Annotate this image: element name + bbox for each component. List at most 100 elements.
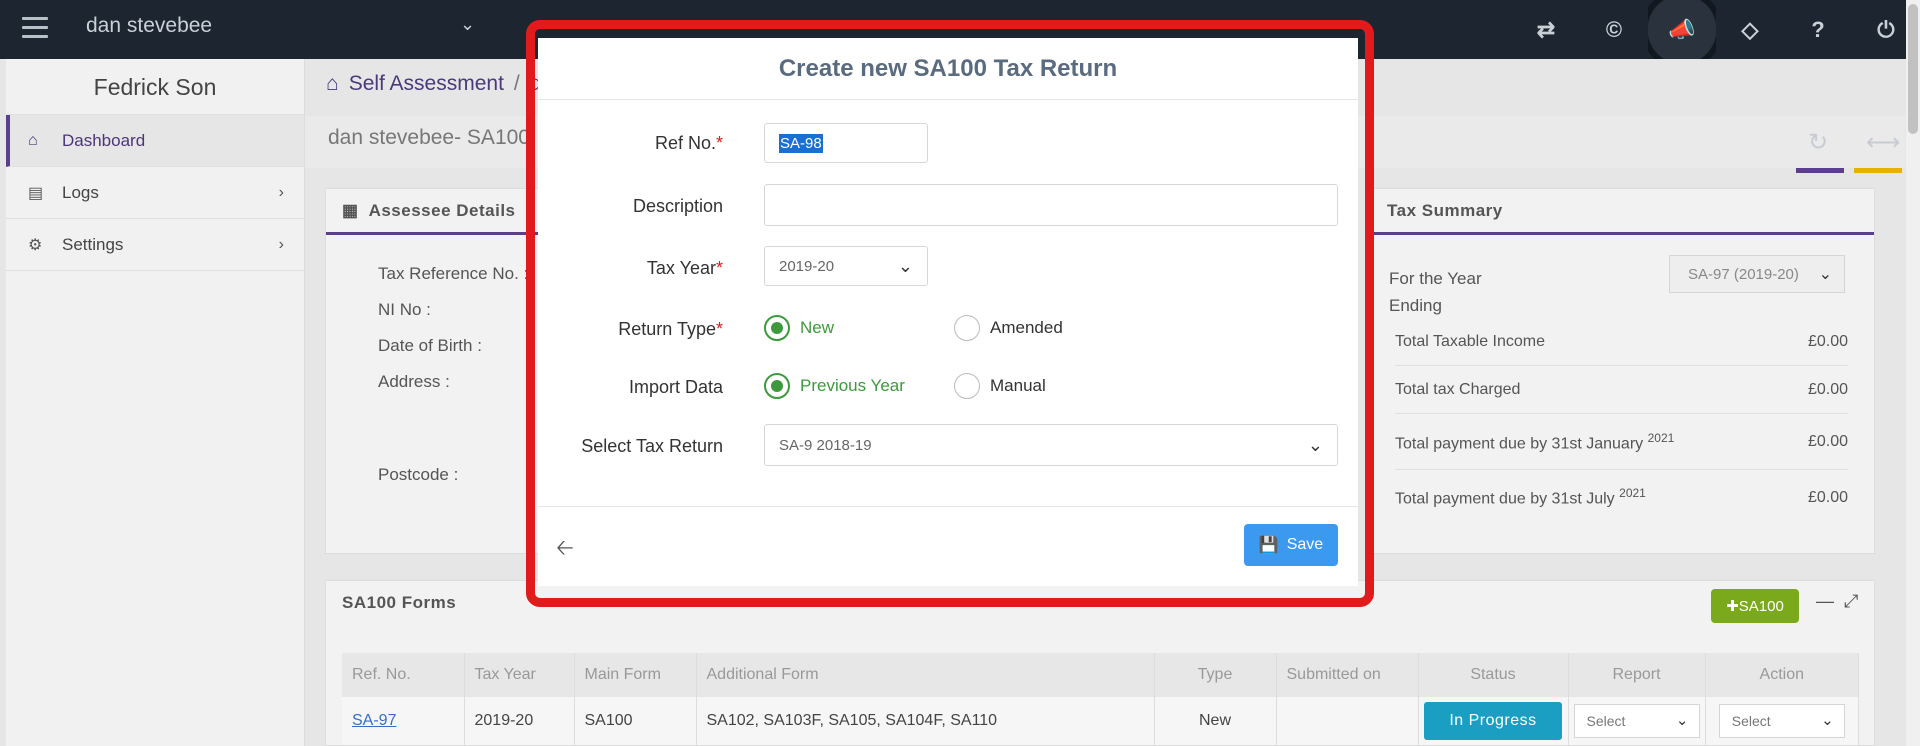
accent-bar-yellow bbox=[1854, 168, 1902, 173]
cell-main: SA100 bbox=[574, 697, 697, 745]
col-status: Status bbox=[1418, 653, 1569, 697]
table-row: SA-97 2019-20 SA100 SA102, SA103F, SA105… bbox=[342, 697, 1859, 745]
radio-empty-icon bbox=[954, 315, 980, 341]
postcode-label: Postcode : bbox=[378, 465, 459, 484]
radio-selected-icon bbox=[764, 315, 790, 341]
panel-title: Assessee Details bbox=[368, 200, 516, 220]
chevron-down-icon: ⌄ bbox=[1675, 712, 1689, 729]
radio-selected-icon bbox=[764, 373, 790, 399]
add-sa100-button[interactable]: ✚ SA100 bbox=[1711, 589, 1799, 623]
col-report: Report bbox=[1568, 653, 1706, 697]
save-button[interactable]: 💾 Save bbox=[1244, 524, 1338, 566]
import-previous-year-radio[interactable]: Previous Year bbox=[764, 373, 905, 399]
radio-empty-icon bbox=[954, 373, 980, 399]
address-label: Address : bbox=[378, 372, 450, 391]
tax-ref-label: Tax Reference No. : bbox=[378, 264, 529, 283]
building-icon: ▦ bbox=[342, 200, 359, 220]
chevron-down-icon[interactable]: ⌄ bbox=[460, 14, 475, 35]
page-scrollbar[interactable] bbox=[1906, 0, 1920, 746]
col-main: Main Form bbox=[574, 653, 697, 697]
summary-value: £0.00 bbox=[1807, 333, 1848, 350]
panel-title: SA100 Forms bbox=[342, 593, 457, 612]
status-badge[interactable]: In Progress bbox=[1424, 702, 1562, 740]
select-tax-return-label: Select Tax Return bbox=[581, 436, 723, 456]
minus-icon[interactable]: — bbox=[1816, 591, 1834, 612]
col-year: Tax Year bbox=[464, 653, 575, 697]
summary-row: Total Taxable Income £0.00 bbox=[1395, 319, 1848, 366]
sidebar-item-dashboard[interactable]: ⌂ Dashboard bbox=[6, 115, 304, 167]
chevron-right-icon: › bbox=[278, 184, 284, 201]
create-tax-return-modal: Create new SA100 Tax Return Ref No.* SA-… bbox=[538, 38, 1358, 586]
sidebar-item-settings[interactable]: ⚙ Settings › bbox=[6, 219, 304, 271]
sidebar-item-logs[interactable]: ▤ Logs › bbox=[6, 167, 304, 219]
ref-link[interactable]: SA-97 bbox=[352, 712, 396, 729]
sidebar: Fedrick Son ⌂ Dashboard ▤ Logs › ⚙ Setti… bbox=[6, 59, 305, 746]
resize-width-icon[interactable]: ⟷ bbox=[1866, 128, 1900, 157]
tax-summary-select[interactable]: SA-97 (2019-20) ⌄ bbox=[1669, 255, 1845, 293]
sa100-table: Ref. No. Tax Year Main Form Additional F… bbox=[342, 653, 1859, 745]
select-tax-return-select[interactable]: SA-9 2018-19 ⌄ bbox=[764, 424, 1338, 466]
tax-year-label: Tax Year* bbox=[646, 258, 723, 278]
cell-submitted bbox=[1276, 697, 1419, 745]
home-icon[interactable]: ⌂ bbox=[326, 72, 339, 96]
summary-value: £0.00 bbox=[1807, 381, 1848, 398]
cell-additional: SA102, SA103F, SA105, SA104F, SA110 bbox=[696, 697, 1155, 745]
col-type: Type bbox=[1154, 653, 1277, 697]
scrollbar-thumb[interactable] bbox=[1908, 4, 1918, 134]
tax-year-value: 2019-20 bbox=[779, 257, 835, 275]
import-manual-radio[interactable]: Manual bbox=[954, 373, 1046, 399]
summary-row: Total tax Charged £0.00 bbox=[1395, 367, 1848, 414]
gear-icon: ⚙ bbox=[28, 236, 43, 254]
floppy-icon: 💾 bbox=[1258, 537, 1279, 554]
breadcrumb-root[interactable]: Self Assessment bbox=[349, 72, 504, 96]
description-label: Description bbox=[632, 196, 723, 216]
summary-row: Total payment due by 31st January 2021 £… bbox=[1395, 415, 1848, 470]
summary-label: Total Taxable Income bbox=[1395, 333, 1546, 350]
breadcrumb-separator: / bbox=[513, 72, 520, 95]
sidebar-item-label: Logs bbox=[62, 182, 99, 202]
copyright-icon[interactable]: © bbox=[1580, 0, 1648, 59]
file-icon: ▤ bbox=[28, 184, 44, 202]
chevron-down-icon: ⌄ bbox=[1821, 712, 1834, 729]
back-arrow-icon[interactable]: 🡠 bbox=[556, 531, 574, 569]
ref-no-label: Ref No.* bbox=[654, 133, 723, 153]
description-input[interactable] bbox=[764, 184, 1338, 226]
chevron-down-icon: ⌄ bbox=[897, 255, 913, 276]
ref-no-input[interactable]: SA-98 bbox=[764, 123, 928, 163]
refresh-icon[interactable]: ↻ bbox=[1808, 128, 1828, 157]
action-select[interactable]: Select ⌄ bbox=[1718, 704, 1845, 738]
panel-title: Tax Summary bbox=[1387, 200, 1503, 220]
help-icon[interactable]: ? bbox=[1784, 0, 1852, 59]
chevron-down-icon: ⌄ bbox=[1818, 266, 1832, 283]
summary-label: Total payment due by 31st January 2021 bbox=[1395, 430, 1675, 453]
year-ending-label: For the Year Ending bbox=[1389, 269, 1482, 315]
megaphone-icon[interactable]: 📣 bbox=[1648, 0, 1716, 59]
col-action: Action bbox=[1705, 653, 1859, 697]
transfer-icon[interactable]: ⇄ bbox=[1512, 0, 1580, 59]
return-type-new-radio[interactable]: New bbox=[764, 315, 834, 341]
summary-value: £0.00 bbox=[1807, 433, 1848, 450]
breadcrumb: ⌂ Self Assessment / d bbox=[326, 72, 541, 96]
dob-label: Date of Birth : bbox=[378, 336, 482, 355]
sidebar-client-name: Fedrick Son bbox=[6, 59, 304, 115]
report-select[interactable]: Select ⌄ bbox=[1573, 704, 1700, 738]
summary-label: Total payment due by 31st July 2021 bbox=[1395, 486, 1646, 508]
tax-summary-select-value: SA-97 (2019-20) bbox=[1688, 265, 1799, 283]
chevron-right-icon: › bbox=[278, 236, 284, 253]
tax-year-select[interactable]: 2019-20 ⌄ bbox=[764, 246, 928, 286]
expand-icon[interactable]: ⤢ bbox=[1844, 591, 1858, 612]
cell-year: 2019-20 bbox=[464, 697, 575, 745]
user-name[interactable]: dan stevebee bbox=[86, 14, 212, 38]
return-type-amended-radio[interactable]: Amended bbox=[954, 315, 1063, 341]
table-header-row: Ref. No. Tax Year Main Form Additional F… bbox=[342, 653, 1859, 697]
menu-icon[interactable] bbox=[22, 17, 48, 39]
ref-no-value: SA-98 bbox=[779, 133, 823, 153]
chevron-down-icon: ⌄ bbox=[1307, 434, 1323, 455]
home-icon: ⌂ bbox=[28, 131, 38, 149]
cell-type: New bbox=[1154, 697, 1277, 745]
modal-title: Create new SA100 Tax Return bbox=[538, 38, 1358, 100]
ticket-icon[interactable]: ◇ bbox=[1716, 0, 1784, 59]
accent-bar bbox=[1796, 168, 1844, 173]
col-additional: Additional Form bbox=[696, 653, 1155, 697]
tax-summary-panel: Tax Summary For the Year Ending SA-97 (2… bbox=[1370, 188, 1875, 554]
